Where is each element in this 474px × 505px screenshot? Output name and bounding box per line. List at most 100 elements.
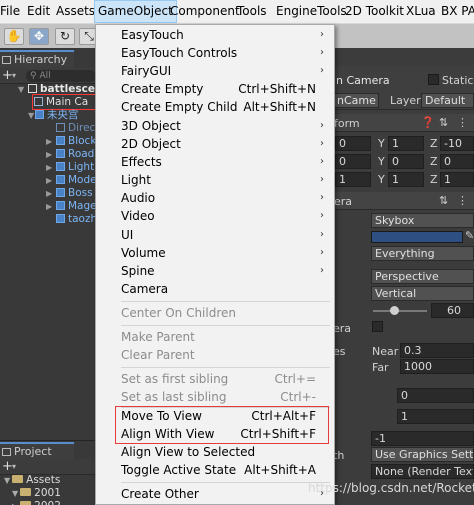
menu-gameobject[interactable]: GameObject bbox=[94, 0, 177, 23]
expand-arrow-icon[interactable]: ▼ bbox=[18, 83, 28, 96]
hierarchy-item[interactable]: ▶ Road bbox=[46, 148, 97, 161]
preset-icon[interactable]: ⇅ bbox=[439, 194, 448, 207]
background-color-swatch[interactable] bbox=[371, 231, 463, 243]
hierarchy-item[interactable]: ▶ Boss bbox=[46, 187, 97, 200]
layer-dropdown[interactable]: Default bbox=[421, 93, 474, 108]
hand-tool-icon[interactable]: ✋ bbox=[4, 28, 24, 45]
rotate-tool-icon[interactable]: ↻ bbox=[55, 28, 75, 45]
menu-2d-toolkit[interactable]: 2D Toolkit bbox=[342, 0, 407, 23]
position-x-field[interactable]: 0 bbox=[335, 136, 371, 151]
collapsed-arrow-icon[interactable]: ▶ bbox=[46, 148, 56, 161]
position-z-field[interactable]: -10 bbox=[440, 136, 474, 151]
far-field[interactable]: 1000 bbox=[400, 359, 474, 374]
collapsed-arrow-icon[interactable]: ▶ bbox=[46, 161, 56, 174]
hierarchy-item[interactable]: ▶ Mode bbox=[46, 174, 97, 187]
physical-camera-checkbox[interactable] bbox=[372, 321, 383, 332]
menu-item-center-on-children[interactable]: Center On Children bbox=[96, 304, 334, 322]
scale-y-field[interactable]: 1 bbox=[388, 172, 424, 187]
collapsed-arrow-icon[interactable]: ▶ bbox=[46, 174, 56, 187]
menu-item-toggle-active-state[interactable]: Toggle Active State Alt+Shift+A bbox=[96, 461, 334, 479]
collapsed-arrow-icon[interactable]: ▶ bbox=[46, 187, 56, 200]
depth-field[interactable]: -1 bbox=[371, 431, 474, 446]
menu-item-light[interactable]: Light › bbox=[96, 171, 334, 189]
menu-item-ui[interactable]: UI › bbox=[96, 226, 334, 244]
menu-item-set-last-sibling[interactable]: Set as last sibling Ctrl+- bbox=[96, 388, 334, 406]
menu-edit[interactable]: Edit bbox=[24, 0, 53, 23]
menu-item-audio[interactable]: Audio › bbox=[96, 189, 334, 207]
dropdown-arrow-icon[interactable]: ▾ bbox=[12, 68, 16, 83]
dropdown-arrow-icon[interactable]: ▾ bbox=[12, 459, 16, 474]
menu-file[interactable]: File bbox=[0, 0, 23, 23]
fov-value-field[interactable]: 60 bbox=[431, 303, 474, 318]
menu-item-easytouch[interactable]: EasyTouch › bbox=[96, 26, 334, 44]
hierarchy-item[interactable]: taozh bbox=[56, 213, 97, 226]
viewport-h-field[interactable]: 1 bbox=[397, 409, 474, 424]
rendering-path-dropdown[interactable]: Use Graphics Settin bbox=[371, 447, 474, 462]
menu-item-fairygui[interactable]: FairyGUI › bbox=[96, 62, 334, 80]
hierarchy-item[interactable]: ▶ Block bbox=[46, 135, 97, 148]
menu-item-align-view-to-selected[interactable]: Align View to Selected bbox=[96, 443, 334, 461]
viewport-y-field[interactable]: 0 bbox=[397, 388, 474, 403]
expand-arrow-icon[interactable]: ▼ bbox=[4, 476, 10, 485]
layer-label: Layer bbox=[390, 94, 421, 107]
projection-dropdown[interactable]: Perspective bbox=[371, 269, 474, 284]
target-texture-field[interactable]: None (Render Textu bbox=[371, 464, 474, 479]
near-field[interactable]: 0.3 bbox=[400, 343, 474, 358]
menu-item-create-empty[interactable]: Create Empty Ctrl+Shift+N bbox=[96, 80, 334, 98]
hierarchy-tab[interactable]: Hierarchy bbox=[0, 50, 74, 68]
hierarchy-item[interactable]: Direc bbox=[56, 122, 97, 135]
expand-arrow-icon[interactable]: ▼ bbox=[28, 109, 35, 122]
eyedropper-icon[interactable]: ✎ bbox=[465, 229, 474, 242]
collapsed-arrow-icon[interactable]: ▶ bbox=[46, 200, 56, 213]
more-icon[interactable]: ⋮ bbox=[457, 194, 468, 207]
scale-x-field[interactable]: 1 bbox=[335, 172, 371, 187]
menu-item-easytouch-controls[interactable]: EasyTouch Controls › bbox=[96, 44, 334, 62]
culling-mask-dropdown[interactable]: Everything bbox=[371, 246, 474, 261]
menu-item-volume[interactable]: Volume › bbox=[96, 244, 334, 262]
collapsed-arrow-icon[interactable]: ▶ bbox=[46, 135, 56, 148]
rotation-x-field[interactable]: 0 bbox=[335, 154, 371, 169]
project-tab[interactable]: Project bbox=[0, 442, 74, 460]
menu-item-camera[interactable]: Camera bbox=[96, 280, 334, 298]
menu-item-create-empty-child[interactable]: Create Empty Child Alt+Shift+N bbox=[96, 98, 334, 116]
menu-assets[interactable]: Assets bbox=[53, 0, 98, 23]
menu-item-video[interactable]: Video › bbox=[96, 207, 334, 225]
scale-z-field[interactable]: 1 bbox=[440, 172, 474, 187]
hierarchy-item[interactable]: ▶ Mage bbox=[46, 200, 97, 213]
project-item-assets[interactable]: ▼ Assets bbox=[4, 474, 60, 487]
fov-slider-handle[interactable] bbox=[390, 306, 399, 315]
menu-bx-pac[interactable]: BX PAC bbox=[438, 0, 474, 23]
menu-item-effects[interactable]: Effects › bbox=[96, 153, 334, 171]
hierarchy-search-input[interactable]: ⚲ All bbox=[26, 70, 96, 82]
more-icon[interactable]: ⋮ bbox=[457, 116, 468, 129]
rotation-z-field[interactable]: 0 bbox=[440, 154, 474, 169]
hierarchy-item-weiyanggong[interactable]: ▼ 未央宫 bbox=[28, 109, 97, 122]
menu-enginetools[interactable]: EngineTools bbox=[273, 0, 350, 23]
menu-item-clear-parent[interactable]: Clear Parent bbox=[96, 346, 334, 364]
project-item-2001[interactable]: ▼ 2001 bbox=[12, 487, 61, 500]
camera-header[interactable] bbox=[333, 192, 474, 210]
menu-item-3d-object[interactable]: 3D Object › bbox=[96, 117, 334, 135]
clear-flags-dropdown[interactable]: Skybox bbox=[371, 213, 474, 228]
menu-item-spine[interactable]: Spine › bbox=[96, 262, 334, 280]
project-item-2002[interactable]: ▶2002 bbox=[12, 500, 61, 505]
fov-slider-track[interactable] bbox=[373, 310, 427, 312]
menu-item-make-parent[interactable]: Make Parent bbox=[96, 328, 334, 346]
help-icon[interactable]: ❓ bbox=[421, 116, 435, 129]
menu-item-set-first-sibling[interactable]: Set as first sibling Ctrl+= bbox=[96, 370, 334, 388]
menu-tools[interactable]: Tools bbox=[234, 0, 270, 23]
tag-dropdown[interactable]: nCame bbox=[333, 93, 379, 108]
menu-xlua[interactable]: XLua bbox=[403, 0, 439, 23]
fov-axis-dropdown[interactable]: Vertical bbox=[371, 286, 474, 301]
menu-item-create-other[interactable]: Create Other › bbox=[96, 485, 334, 503]
object-name-field[interactable]: n Camera bbox=[336, 74, 390, 87]
expand-arrow-icon[interactable]: ▼ bbox=[12, 489, 18, 498]
rotation-y-field[interactable]: 0 bbox=[388, 154, 424, 169]
menu-item-2d-object[interactable]: 2D Object › bbox=[96, 135, 334, 153]
menu-component[interactable]: Component bbox=[167, 0, 243, 23]
static-checkbox[interactable] bbox=[428, 74, 439, 85]
hierarchy-item[interactable]: ▶ Light bbox=[46, 161, 97, 174]
preset-icon[interactable]: ⇅ bbox=[439, 116, 448, 129]
move-tool-icon[interactable]: ✥ bbox=[29, 28, 49, 45]
position-y-field[interactable]: 1 bbox=[388, 136, 424, 151]
